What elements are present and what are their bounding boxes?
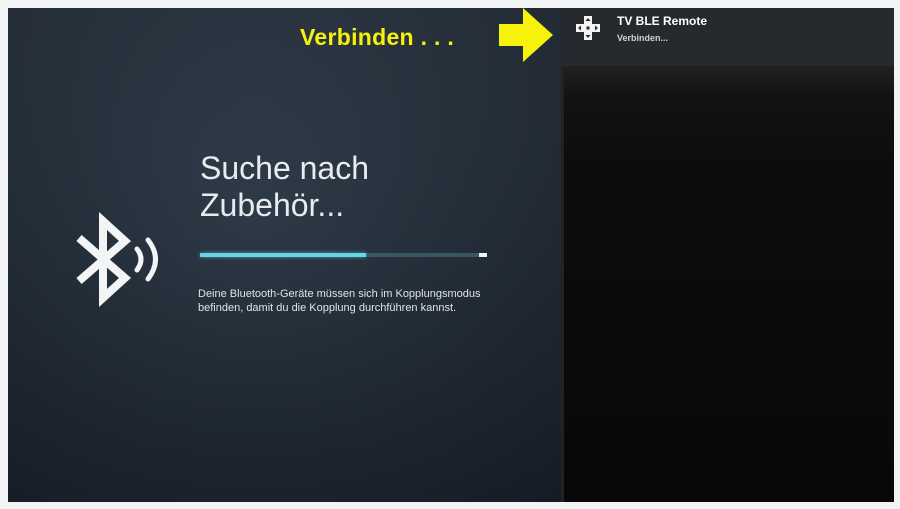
tv-background-panel [561, 8, 894, 502]
notification-bar [561, 8, 894, 66]
notification-status: Verbinden... [617, 33, 669, 43]
bluetooth-searching-icon [76, 212, 158, 307]
search-progress-end [479, 253, 487, 257]
search-progress-fill [200, 253, 367, 257]
arrow-right-icon [499, 8, 553, 62]
panel-edge [561, 66, 564, 502]
annotation-label: Verbinden . . . [300, 24, 455, 50]
notification-device-name: TV BLE Remote [617, 14, 708, 28]
pairing-title: Suche nach Zubehör... [200, 150, 370, 223]
gamepad-dpad-icon [576, 16, 600, 40]
screen-glare [561, 66, 894, 96]
pairing-hint: Deine Bluetooth-Geräte müssen sich im Ko… [198, 288, 481, 314]
search-progress-bar [200, 253, 487, 257]
